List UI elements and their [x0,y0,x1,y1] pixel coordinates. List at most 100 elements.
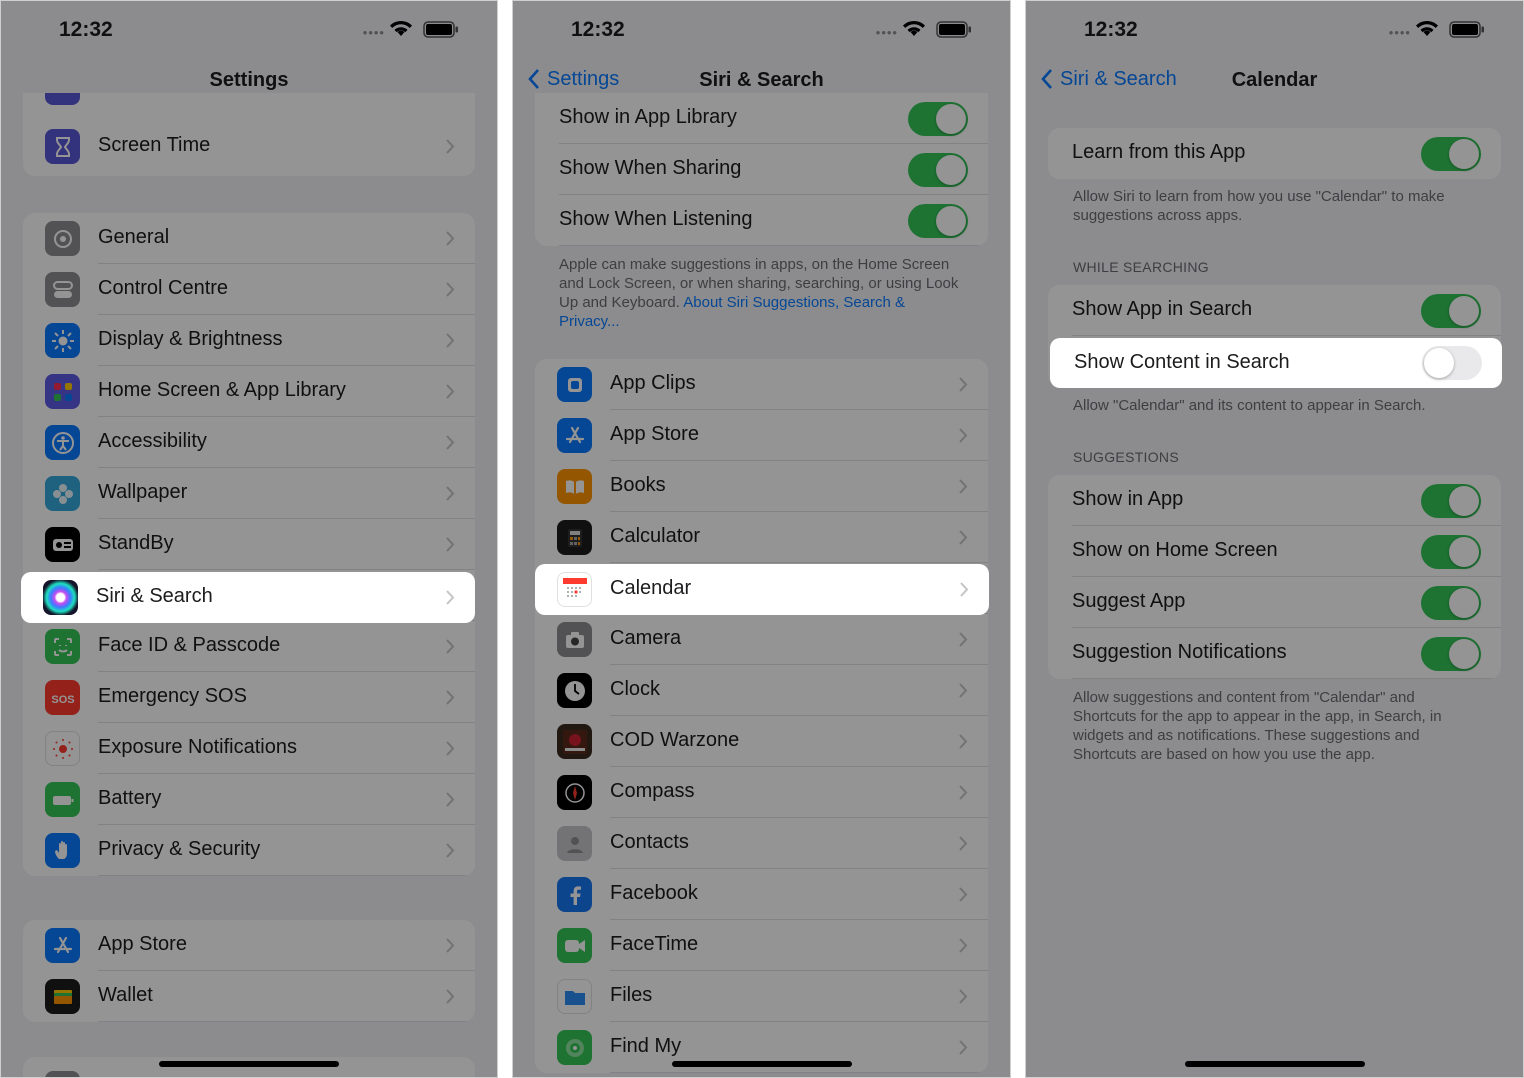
learn-toggle[interactable] [1421,137,1481,171]
app-row-calendar-highlighted[interactable]: Calendar [535,564,989,615]
row-label: Show on Home Screen [1072,539,1278,561]
cod-warzone-icon [557,724,592,759]
row-label: Show in App [1072,488,1184,510]
show-when-listening-toggle[interactable] [908,204,968,238]
suggest-app-toggle[interactable] [1421,586,1481,620]
settings-row-wallpaper[interactable]: Wallpaper [23,468,475,519]
chevron-right-icon [959,428,968,443]
settings-row-emergency-sos[interactable]: SOS Emergency SOS [23,672,475,723]
app-row-camera[interactable]: Camera [535,614,988,665]
toggle-row-show-on-home-screen[interactable]: Show on Home Screen [1048,526,1501,577]
chevron-right-icon [960,582,969,597]
show-on-home-screen-toggle[interactable] [1421,535,1481,569]
toggle-row-show-app-in-search[interactable]: Show App in Search [1048,285,1501,336]
settings-row-siri-search-highlighted[interactable]: Siri & Search [21,572,475,623]
app-row-app-clips[interactable]: App Clips [535,359,988,410]
row-label: Camera [610,627,682,649]
app-row-compass[interactable]: Compass [535,767,988,818]
toggle-row-suggestion-notifications[interactable]: Suggestion Notifications [1048,628,1501,679]
row-label: COD Warzone [610,729,740,751]
chevron-right-icon [959,887,968,902]
app-row-clock[interactable]: Clock [535,665,988,716]
page-title: Settings [209,69,289,91]
settings-row-control-centre[interactable]: Control Centre [23,264,475,315]
learn-group: Learn from this App [1048,128,1501,179]
settings-row-face-id-passcode[interactable]: Face ID & Passcode [23,621,475,672]
chevron-right-icon [446,843,455,858]
row-label: Learn from this App [1072,141,1246,163]
settings-group-main: General Control Centre Display & Brightn… [23,213,475,876]
suggestions-header: SUGGESTIONS [1073,449,1179,465]
toggle-row-suggest-app[interactable]: Suggest App [1048,577,1501,628]
settings-row-general[interactable]: General [23,213,475,264]
show-when-sharing-toggle[interactable] [908,153,968,187]
app-row-calendar[interactable]: Calendar [535,564,989,615]
toggle-row-show-content-highlighted[interactable]: Show Content in Search [1050,338,1502,388]
app-store-icon [557,418,592,453]
app-row-facebook[interactable]: Facebook [535,869,988,920]
settings-row-display-brightness[interactable]: Display & Brightness [23,315,475,366]
show-content-toggle[interactable] [1422,346,1482,380]
toggle-row-show-in-app[interactable]: Show in App [1048,475,1501,526]
standby-icon [45,527,80,562]
settings-row-standby[interactable]: StandBy [23,519,475,570]
row-label: App Clips [610,372,696,394]
settings-row-app-store[interactable]: App Store [23,920,475,971]
app-row-facetime[interactable]: FaceTime [535,920,988,971]
row-label: Wallet [98,984,153,1006]
toggle-row-show-when-sharing[interactable]: Show When Sharing [535,144,988,195]
row-label: Emergency SOS [98,685,247,707]
chevron-right-icon [446,333,455,348]
chevron-right-icon [446,639,455,654]
status-bar: 12:32 •••• [513,1,1010,59]
app-store-icon [45,928,80,963]
app-row-contacts[interactable]: Contacts [535,818,988,869]
toggle-row-show-when-listening[interactable]: Show When Listening [535,195,988,246]
chevron-right-icon [446,989,455,1004]
app-row-calculator[interactable]: Calculator [535,512,988,563]
settings-row-accessibility[interactable]: Accessibility [23,417,475,468]
settings-row-exposure-notifications[interactable]: Exposure Notifications [23,723,475,774]
app-row-app-store[interactable]: App Store [535,410,988,461]
chevron-right-icon [959,836,968,851]
chevron-right-icon [959,785,968,800]
settings-row-wallet[interactable]: Wallet [23,971,475,1022]
status-bar: 12:32 •••• [1,1,497,59]
status-time: 12:32 [571,18,625,41]
switches-icon [45,272,80,307]
calendar-icon [557,572,592,607]
chevron-right-icon [446,435,455,450]
row-label: Clock [610,678,661,700]
settings-row-battery[interactable]: Battery [23,774,475,825]
chevron-right-icon [959,632,968,647]
app-row-cod-warzone[interactable]: COD Warzone [535,716,988,767]
chevron-right-icon [446,792,455,807]
row-label: Show in App Library [559,106,737,128]
chevron-right-icon [446,938,455,953]
toggle-row-show-content[interactable]: Show Content in Search [1050,338,1502,388]
settings-group-bottom: App Store Wallet [23,920,475,1022]
status-bar: 12:32 •••• [1026,1,1523,59]
suggestion-notifications-toggle[interactable] [1421,637,1481,671]
toggle-row-learn[interactable]: Learn from this App [1048,128,1501,179]
row-label: FaceTime [610,933,699,955]
app-row-files[interactable]: Files [535,971,988,1022]
signal-dots-icon: •••• [362,25,385,40]
chevron-right-icon [959,377,968,392]
row-label: App Store [610,423,699,445]
row-label: Show Content in Search [1074,351,1290,373]
show-in-app-library-toggle[interactable] [908,102,968,136]
toggle-row-show-in-app-library[interactable]: Show in App Library [535,93,988,144]
settings-row-home-screen-app-library[interactable]: Home Screen & App Library [23,366,475,417]
settings-row-screen-time[interactable]: Screen Time [23,121,475,172]
settings-row-privacy-security[interactable]: Privacy & Security [23,825,475,876]
settings-row-siri-search[interactable]: Siri & Search [21,572,475,623]
show-in-app-toggle[interactable] [1421,484,1481,518]
show-app-in-search-toggle[interactable] [1421,294,1481,328]
page-title: Siri & Search [699,69,824,91]
app-row-books[interactable]: Books [535,461,988,512]
compass-icon [557,775,592,810]
row-label: Accessibility [98,430,207,452]
hourglass-icon [45,129,80,164]
sos-icon: SOS [45,680,80,715]
